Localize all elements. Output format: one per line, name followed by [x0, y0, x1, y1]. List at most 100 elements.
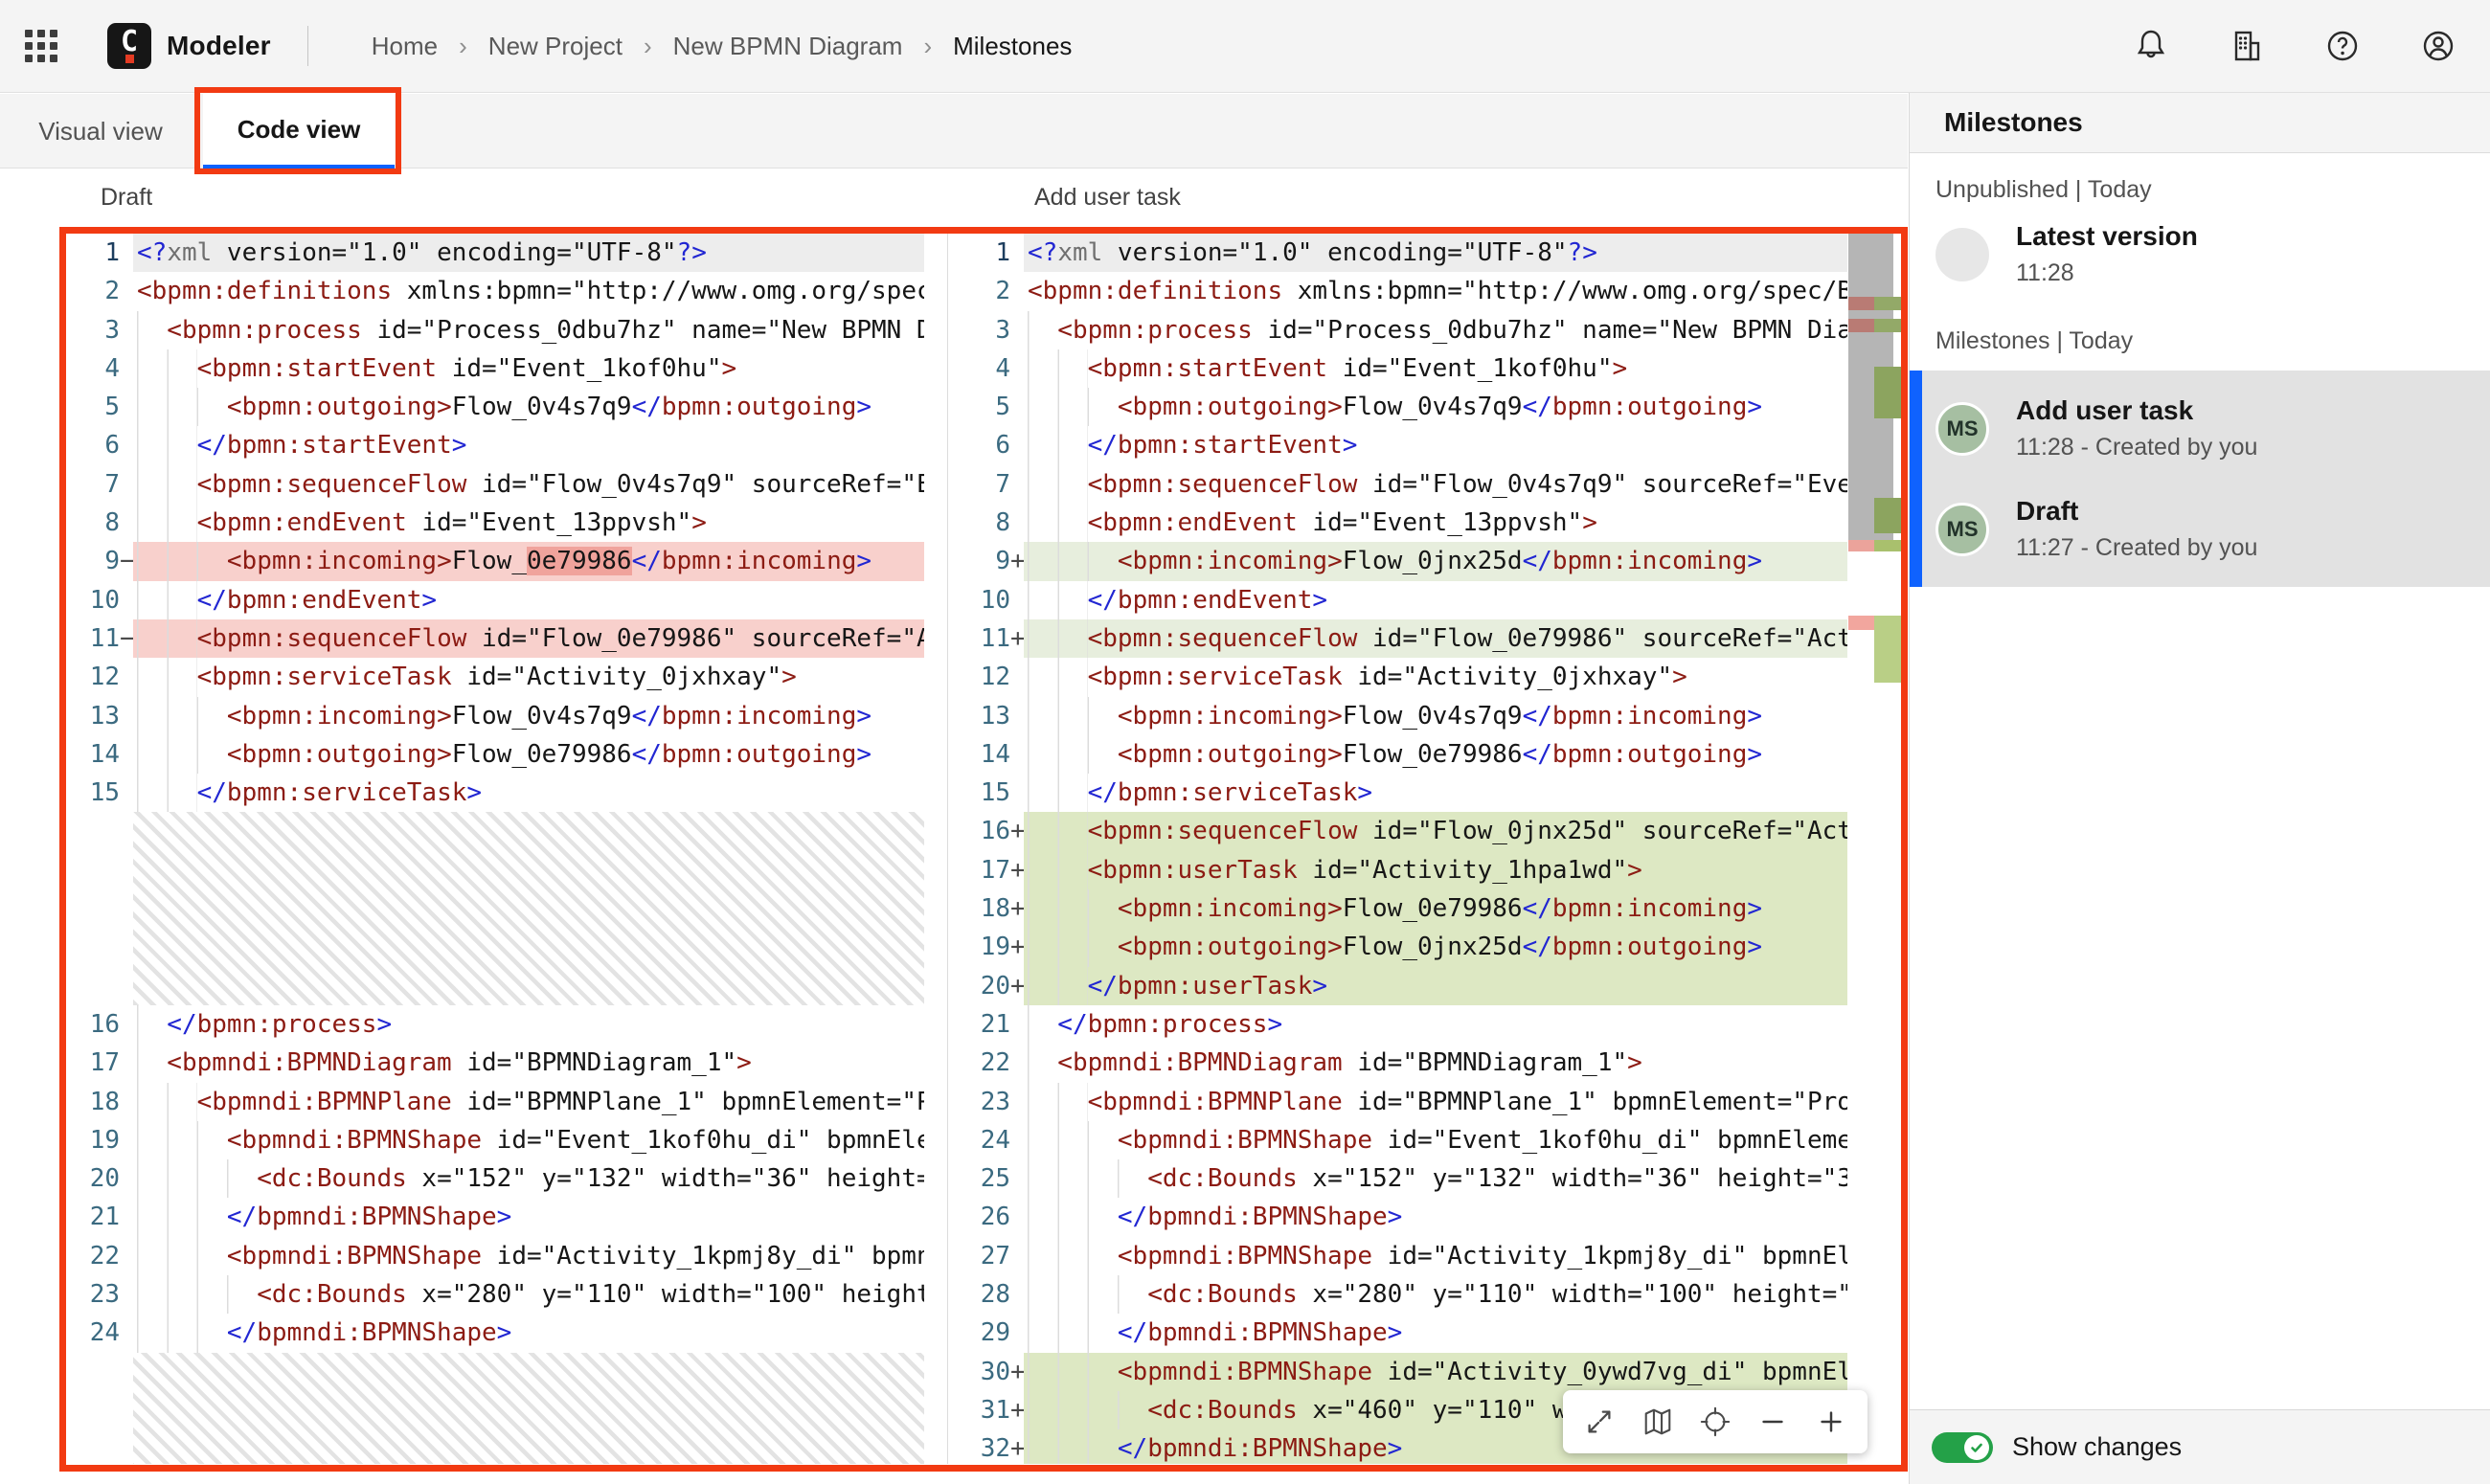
diff-sign: + — [1010, 855, 1026, 885]
breadcrumb-item-home[interactable]: Home — [372, 32, 438, 61]
help-question-icon[interactable] — [2323, 27, 2362, 65]
diff-sign — [120, 697, 133, 735]
diff-sign — [1010, 1314, 1024, 1352]
diff-sign — [1010, 581, 1024, 619]
show-changes-toggle[interactable] — [1932, 1431, 1993, 1463]
show-changes-bar: Show changes — [1910, 1409, 2490, 1484]
code-line: 3 <bpmn:process id="Process_0dbu7hz" name… — [957, 310, 1847, 349]
code-line: 4 <bpmn:startEvent id="Event_1kof0hu"> — [66, 349, 924, 389]
line-number: 1 — [995, 238, 1010, 267]
expand-icon[interactable] — [1580, 1403, 1618, 1441]
tab-visual-view[interactable]: Visual view — [0, 94, 201, 169]
diff-sign — [120, 658, 133, 696]
diff-sign — [1010, 774, 1024, 812]
code-line: 20 + </bpmn:userTask> — [957, 966, 1847, 1005]
milestones-panel-title: Milestones — [1944, 107, 2083, 137]
diff-sign: + — [1010, 1357, 1026, 1386]
diff-sign — [120, 1159, 133, 1198]
line-number: 18 — [89, 1087, 120, 1116]
latest-version-item[interactable]: Latest version 11:28 — [1910, 204, 2490, 304]
line-number: 4 — [995, 353, 1010, 383]
line-number: 8 — [995, 508, 1010, 538]
notifications-bell-icon[interactable] — [2132, 27, 2170, 65]
diff-sign — [1010, 465, 1024, 504]
line-number: 12 — [980, 663, 1010, 692]
breadcrumb-item-new-project[interactable]: New Project — [488, 32, 622, 61]
line-number: 10 — [89, 585, 120, 615]
line-number: 20 — [89, 1164, 120, 1194]
code-line: 4 <bpmn:startEvent id="Event_1kof0hu"> — [957, 349, 1847, 389]
code-line: 15 </bpmn:serviceTask> — [66, 774, 924, 813]
selected-milestones-block: MS Add user task 11:28 - Created by you MS D… — [1910, 371, 2490, 587]
breadcrumb-item-new-bpmn-diagram[interactable]: New BPMN Diagram — [673, 32, 903, 61]
diff-gap-hatch — [66, 812, 924, 1005]
zoom-out-icon[interactable] — [1754, 1403, 1792, 1441]
breadcrumb-separator: › — [459, 31, 467, 60]
code-line: 19 <bpmndi:BPMNShape id="Event_1kof0hu_di… — [66, 1120, 924, 1160]
diff-sign — [1010, 504, 1024, 542]
tab-code-view[interactable]: Code view — [203, 94, 395, 169]
line-number: 6 — [995, 431, 1010, 461]
zoom-in-icon[interactable] — [1812, 1403, 1850, 1441]
line-number: 16 — [89, 1009, 120, 1039]
code-line: 13 <bpmn:incoming>Flow_0v4s7q9</bpmn:inco… — [66, 696, 924, 735]
line-number: 6 — [104, 431, 120, 461]
code-line: 14 <bpmn:outgoing>Flow_0e79986</bpmn:outg… — [66, 734, 924, 775]
map-icon[interactable] — [1639, 1403, 1677, 1441]
line-number: 13 — [980, 701, 1010, 731]
line-number: 17 — [89, 1048, 120, 1078]
diff-sign — [120, 234, 133, 272]
diff-sign — [1010, 311, 1024, 349]
line-number: 28 — [980, 1280, 1010, 1310]
code-line: 14 <bpmn:outgoing>Flow_0e79986</bpmn:outg… — [957, 734, 1847, 775]
milestone-meta: 11:27 - Created by you — [2016, 534, 2258, 561]
show-changes-label: Show changes — [2012, 1432, 2183, 1461]
code-line: 10 </bpmn:endEvent> — [957, 580, 1847, 619]
latest-version-avatar — [1935, 227, 1989, 281]
diff-minimap-scrollbar[interactable] — [1848, 234, 1906, 1464]
app-switcher-icon[interactable] — [25, 30, 57, 62]
diff-sign — [1010, 1159, 1024, 1198]
code-line: 2 <bpmn:definitions xmlns:bpmn="http://ww… — [66, 272, 924, 310]
code-editor-draft[interactable]: 1 <?xml version="1.0" encoding="UTF-8"?> 2… — [66, 234, 924, 1464]
diff-sign — [120, 311, 133, 349]
organization-building-icon[interactable] — [2228, 27, 2266, 65]
milestone-item-draft[interactable]: MS Draft 11:27 - Created by you — [1922, 479, 2490, 579]
code-line: 10 </bpmn:endEvent> — [66, 580, 924, 619]
diff-sign — [1010, 388, 1024, 426]
diff-sign — [1010, 1005, 1024, 1044]
code-line: 16 + <bpmn:sequenceFlow id="Flow_0jnx25d" … — [957, 812, 1847, 851]
code-line: 8 <bpmn:endEvent id="Event_13ppvsh"> — [957, 504, 1847, 543]
diff-sign — [1010, 735, 1024, 774]
milestone-item-add-user-task[interactable]: MS Add user task 11:28 - Created by you — [1922, 378, 2490, 479]
minimap-removed-mark — [1848, 540, 1874, 551]
code-line: 9− <bpmn:incoming>Flow_0e79986</bpmn:inco… — [66, 542, 924, 581]
diff-sign — [1010, 1044, 1024, 1082]
minimap-added-mark — [1874, 367, 1906, 418]
code-line: 9 + <bpmn:incoming>Flow_0jnx25d</bpmn:inco… — [957, 542, 1847, 581]
profile-person-icon[interactable] — [2419, 27, 2457, 65]
breadcrumb-separator: › — [923, 31, 933, 60]
section-label-milestones: Milestones | Today — [1935, 327, 2134, 354]
code-line: 11− <bpmn:sequenceFlow id="Flow_0e79986" … — [66, 618, 924, 659]
view-tabbar: Visual view Code view — [0, 94, 1908, 169]
milestones-panel-header: Milestones — [1910, 93, 2490, 153]
milestone-avatar: MS — [1935, 401, 1989, 456]
diff-sign — [120, 272, 133, 310]
milestone-meta: 11:28 - Created by you — [2016, 434, 2258, 461]
toggle-knob — [1964, 1434, 1989, 1460]
code-line: 17 <bpmndi:BPMNDiagram id="BPMNDiagram_1"… — [66, 1044, 924, 1083]
recenter-crosshair-icon[interactable] — [1696, 1403, 1734, 1441]
diff-sign: − — [120, 547, 135, 576]
code-line: 24 </bpmndi:BPMNShape> — [66, 1314, 924, 1353]
left-pane-scrollbar[interactable] — [894, 228, 926, 234]
diff-sign — [120, 1275, 133, 1314]
code-line: 22 <bpmndi:BPMNShape id="Activity_1kpmj8y… — [66, 1236, 924, 1276]
diff-sign — [1010, 272, 1024, 310]
code-line: 6 </bpmn:startEvent> — [66, 426, 924, 465]
line-number: 19 — [980, 933, 1010, 962]
header-divider — [306, 26, 308, 66]
code-line: 21 </bpmndi:BPMNShape> — [66, 1198, 924, 1237]
code-line: 24 <bpmndi:BPMNShape id="Event_1kof0hu_di… — [957, 1120, 1847, 1160]
code-editor-add-user-task[interactable]: 1 <?xml version="1.0" encoding="UTF-8"?> 2… — [957, 234, 1847, 1464]
